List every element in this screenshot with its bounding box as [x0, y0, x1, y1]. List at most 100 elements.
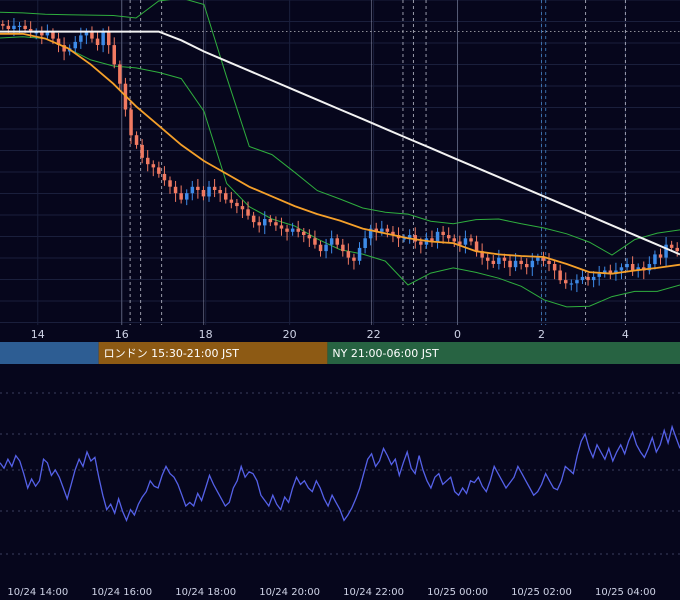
- candle-body: [502, 257, 507, 261]
- candle-body: [101, 32, 105, 46]
- candle-body: [385, 228, 390, 232]
- candle-body: [558, 270, 562, 281]
- candle-body: [491, 260, 496, 264]
- osc-x-tick-label: 10/24 14:00: [7, 587, 68, 598]
- candle-body: [84, 32, 89, 36]
- candle-body: [486, 257, 490, 261]
- oscillator-chart[interactable]: [0, 370, 680, 570]
- x-tick-label: 4: [622, 328, 629, 341]
- oscillator-x-axis: 10/24 14:00 10/24 16:00 10/24 18:00 10/24 2…: [7, 587, 656, 598]
- candle-body: [207, 186, 211, 197]
- candle-body: [1, 24, 5, 26]
- candle-body: [196, 186, 200, 190]
- candle-body: [469, 238, 473, 242]
- candle-body: [129, 109, 133, 136]
- candle-body: [246, 209, 250, 216]
- osc-x-tick-label: 10/24 16:00: [91, 587, 152, 598]
- candle-body: [447, 235, 451, 239]
- candle-body: [352, 257, 356, 261]
- candle-body: [452, 238, 456, 242]
- candle-body: [168, 180, 172, 187]
- candle-body: [45, 32, 50, 36]
- x-tick-label: 0: [454, 328, 461, 341]
- candle-body: [341, 244, 345, 252]
- candle-body: [658, 254, 663, 258]
- candle-body: [162, 173, 167, 181]
- candle-body: [40, 32, 44, 36]
- candle-body: [79, 35, 83, 42]
- candle-body: [318, 244, 323, 252]
- candle-body: [580, 276, 585, 281]
- candle-body: [513, 260, 518, 268]
- candle-body: [296, 228, 300, 232]
- candle-body: [530, 260, 535, 268]
- candle-body: [240, 206, 245, 210]
- candle-body: [268, 219, 273, 223]
- price-x-axis: 14 16 18 20 22 0 2 4: [0, 325, 680, 343]
- candle-body: [285, 228, 289, 232]
- x-tick-label: 20: [283, 328, 297, 341]
- price-chart[interactable]: [0, 0, 680, 325]
- osc-x-tick-label: 10/24 22:00: [343, 587, 404, 598]
- candle-body: [664, 244, 668, 258]
- candle-body: [307, 235, 312, 239]
- candle-body: [525, 264, 529, 268]
- candle-body: [6, 25, 11, 29]
- candle-body: [12, 25, 16, 29]
- candle-body: [134, 135, 139, 145]
- candle-body: [564, 280, 568, 284]
- candle-body: [23, 25, 27, 29]
- candle-body: [474, 241, 479, 252]
- osc-x-tick-label: 10/25 00:00: [427, 587, 488, 598]
- candle-body: [218, 190, 222, 194]
- candle-body: [201, 190, 206, 197]
- candle-body: [146, 157, 150, 165]
- candle-body: [313, 238, 317, 245]
- candle-body: [547, 260, 551, 264]
- session-label: ロンドン 15:30-21:00 JST: [104, 347, 240, 360]
- candle-body: [329, 238, 334, 245]
- candle-body: [157, 167, 161, 174]
- candle-body: [51, 32, 55, 39]
- candle-body: [653, 254, 657, 265]
- osc-x-tick-label: 10/25 04:00: [595, 587, 656, 598]
- candle-body: [536, 257, 540, 261]
- candle-body: [179, 193, 183, 200]
- candle-body: [107, 32, 111, 46]
- candle-body: [357, 247, 362, 261]
- osc-x-tick-label: 10/24 18:00: [175, 587, 236, 598]
- candle-body: [140, 144, 144, 158]
- candle-body: [235, 202, 239, 207]
- candle-body: [519, 260, 523, 264]
- candle-body: [380, 228, 384, 232]
- osc-x-tick-label: 10/24 20:00: [259, 587, 320, 598]
- candle-body: [73, 41, 77, 49]
- candle-body: [552, 264, 557, 271]
- candle-body: [263, 219, 267, 226]
- candle-body: [112, 45, 116, 65]
- candle-body: [274, 222, 278, 226]
- candle-body: [290, 228, 295, 232]
- session-band: [0, 342, 99, 364]
- candle-body: [497, 257, 501, 264]
- candle-body: [419, 241, 423, 245]
- session-label: NY 21:00-06:00 JST: [332, 347, 439, 360]
- candle-body: [302, 231, 306, 235]
- candle-body: [173, 186, 178, 194]
- candle-body: [363, 238, 367, 248]
- candle-body: [17, 25, 22, 27]
- candle-body: [251, 215, 256, 223]
- candle-body: [591, 276, 596, 281]
- candle-body: [435, 231, 440, 242]
- candle-body: [569, 283, 574, 285]
- candle-body: [257, 222, 261, 226]
- candle-body: [508, 260, 512, 268]
- candle-body: [229, 199, 234, 203]
- candle-body: [95, 38, 100, 45]
- session-bar: ロンドン 15:30-21:00 JST NY 21:00-06:00 JST: [0, 342, 680, 364]
- candle-body: [619, 267, 624, 271]
- candle-body: [597, 273, 601, 277]
- candle-body: [324, 244, 328, 252]
- candle-body: [185, 193, 189, 200]
- candle-body: [118, 64, 122, 84]
